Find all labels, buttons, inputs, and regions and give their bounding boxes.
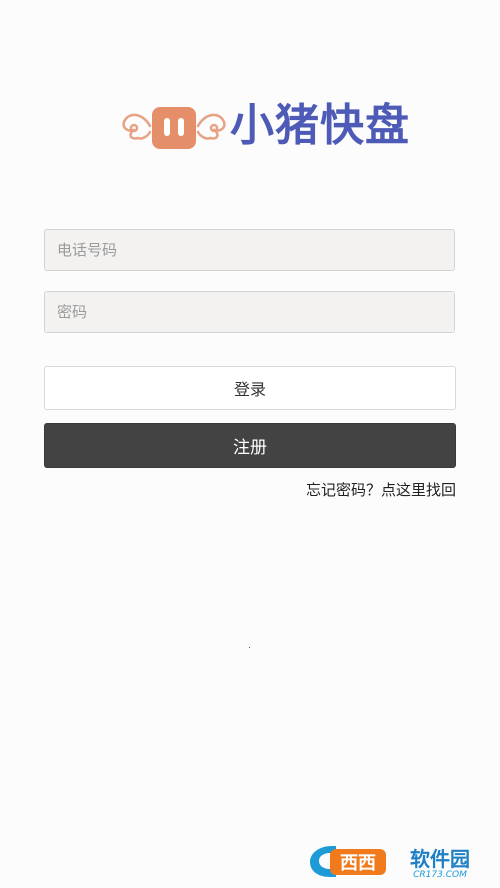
login-button-label: 登录 bbox=[233, 380, 266, 399]
login-button[interactable]: 登录 bbox=[44, 366, 456, 410]
site-watermark: 西西 CR173.COM 软件园 bbox=[306, 840, 494, 880]
login-screen: 小猪快盘 登录 注册 忘记密码？点这里找回 西西 CR173.COM 软件园 bbox=[0, 0, 500, 888]
watermark-domain: CR173.COM bbox=[413, 870, 467, 880]
app-name: 小猪快盘 bbox=[230, 100, 410, 151]
app-logo: 小猪快盘 bbox=[120, 98, 409, 158]
watermark-text-suffix: 软件园 bbox=[410, 847, 470, 871]
phone-number-input[interactable] bbox=[44, 229, 455, 271]
flying-pig-icon bbox=[122, 107, 226, 149]
forgot-password-link[interactable]: 忘记密码？点这里找回 bbox=[306, 479, 456, 500]
register-button-label: 注册 bbox=[233, 438, 267, 458]
loading-dot bbox=[249, 647, 250, 648]
watermark-text: 西西 bbox=[340, 853, 376, 874]
password-input[interactable] bbox=[44, 291, 455, 333]
register-button[interactable]: 注册 bbox=[44, 423, 456, 468]
